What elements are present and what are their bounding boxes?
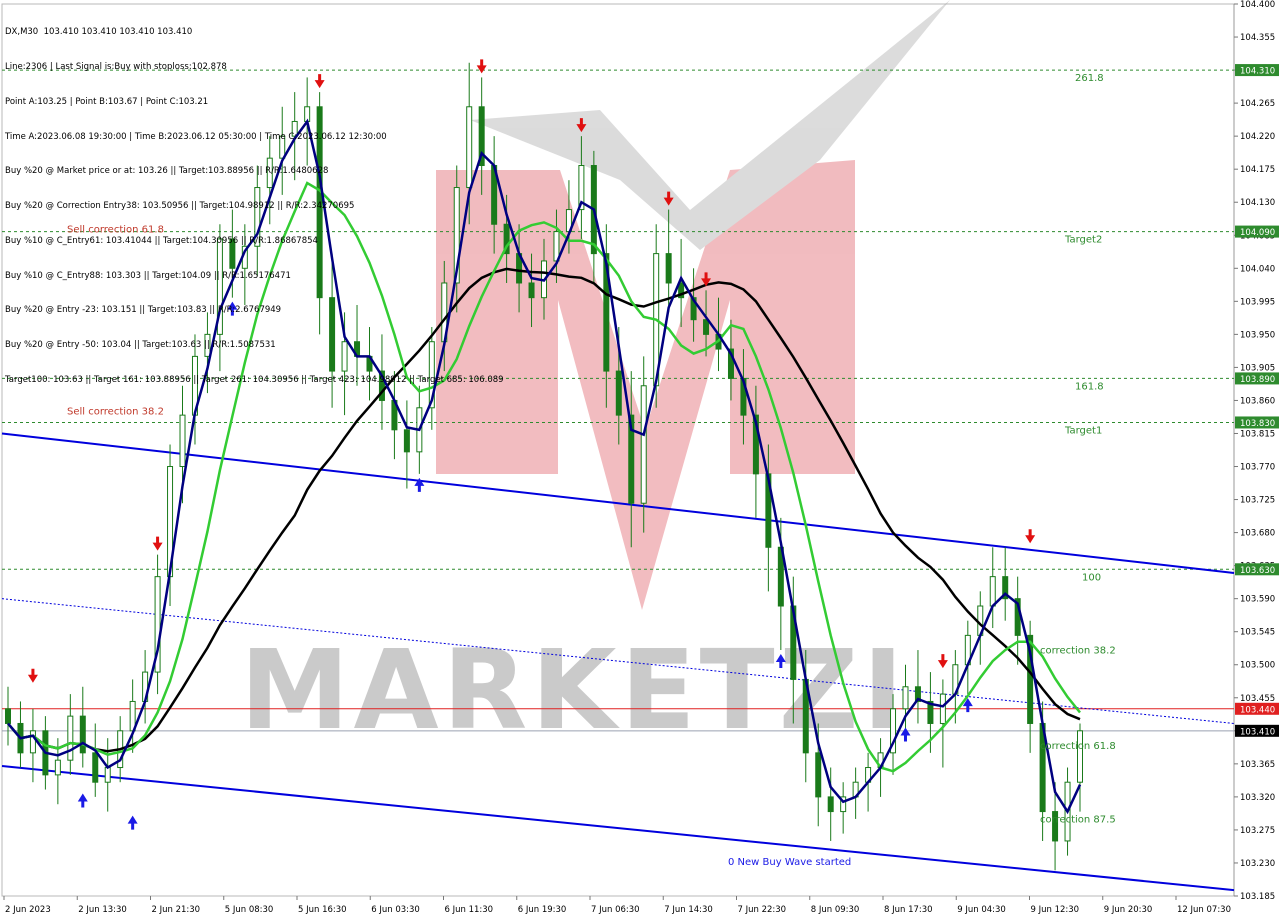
candle-body — [179, 414, 186, 468]
price-tick-label: 103.320 — [1240, 793, 1275, 803]
candle-body — [989, 576, 996, 607]
symbol-header: DX,M30 103.410 103.410 103.410 103.410 — [5, 27, 193, 38]
info-line: Buy %10 @ C_Entry88: 103.303 || Target:1… — [5, 270, 291, 281]
level-label: 161.8 — [1075, 381, 1104, 392]
info-line: Buy %20 @ Entry -50: 103.04 || Target:10… — [5, 340, 276, 351]
level-price-tag-label: 103.440 — [1240, 705, 1275, 715]
level-label: 261.8 — [1075, 73, 1104, 84]
price-tick-label: 103.950 — [1240, 330, 1275, 340]
level-label: Target1 — [1064, 425, 1102, 436]
candle-body — [815, 752, 822, 798]
info-line: Buy %20 @ Market price or at: 103.26 || … — [5, 166, 329, 177]
candle-body — [79, 715, 86, 754]
level-price-tag-label: 103.890 — [1240, 375, 1275, 385]
candle-body — [827, 796, 834, 813]
info-line: Target100: 103.63 || Target 161: 103.889… — [5, 375, 504, 385]
price-tick-label: 104.040 — [1240, 264, 1275, 274]
price-tick-label: 103.500 — [1240, 661, 1275, 671]
candle-body — [703, 319, 710, 335]
time-tick-label: 6 Jun 11:30 — [445, 905, 494, 915]
candle-body — [902, 686, 909, 710]
time-tick-label: 6 Jun 19:30 — [518, 905, 567, 915]
time-tick-label: 6 Jun 03:30 — [371, 905, 420, 915]
info-line: Line:2306 | Last Signal is:Buy with stop… — [5, 61, 227, 72]
chart-annotation: 0 New Buy Wave started — [728, 857, 851, 868]
candle-body — [665, 253, 672, 284]
time-tick-label: 2 Jun 2023 — [5, 905, 51, 915]
time-tick-label: 7 Jun 14:30 — [664, 905, 713, 915]
time-tick-label: 7 Jun 06:30 — [591, 905, 640, 915]
time-tick-label: 8 Jun 17:30 — [884, 905, 933, 915]
current-price-tag-label: 103.410 — [1240, 727, 1275, 737]
price-tick-label: 103.230 — [1240, 859, 1275, 869]
candle-body — [92, 752, 99, 783]
candle-body — [528, 282, 535, 299]
candle-body — [54, 759, 61, 776]
level-price-tag-label: 104.310 — [1240, 67, 1275, 77]
price-tick-label: 103.860 — [1240, 396, 1275, 406]
price-tick-label: 103.995 — [1240, 297, 1275, 307]
candle-body — [104, 767, 111, 783]
price-tick-label: 103.365 — [1240, 760, 1275, 770]
info-line: Buy %20 @ Entry -23: 103.151 || Target:1… — [5, 305, 282, 316]
candle-body — [67, 715, 74, 761]
time-tick-label: 2 Jun 13:30 — [78, 905, 127, 915]
time-tick-label: 5 Jun 16:30 — [298, 905, 347, 915]
time-tick-label: 7 Jun 22:30 — [738, 905, 787, 915]
level-price-tag-label: 104.090 — [1240, 228, 1275, 238]
candle-body — [403, 429, 410, 453]
time-tick-label: 8 Jun 09:30 — [811, 905, 860, 915]
time-tick-label: 9 Jun 20:30 — [1104, 905, 1153, 915]
price-tick-label: 103.275 — [1240, 826, 1275, 836]
candle-body — [29, 730, 36, 754]
candle-body — [640, 385, 647, 504]
candle-body — [615, 370, 622, 416]
price-tick-label: 103.590 — [1240, 595, 1275, 605]
price-tick-label: 103.905 — [1240, 363, 1275, 373]
price-tick-label: 103.725 — [1240, 496, 1275, 506]
time-tick-label: 9 Jun 04:30 — [957, 905, 1006, 915]
price-tick-label: 104.265 — [1240, 99, 1275, 109]
price-tick-label: 103.770 — [1240, 463, 1275, 473]
chart-annotation: correction 87.5 — [1040, 815, 1116, 826]
time-tick-label: 5 Jun 08:30 — [225, 905, 274, 915]
level-label: Target2 — [1064, 235, 1102, 246]
info-line: Buy %20 @ Correction Entry38: 103.50956 … — [5, 201, 355, 212]
price-tick-label: 104.220 — [1240, 132, 1275, 142]
info-line: Point A:103.25 | Point B:103.67 | Point … — [5, 96, 209, 107]
price-tick-label: 103.545 — [1240, 628, 1275, 638]
chart-annotation: correction 61.8 — [1040, 741, 1116, 752]
candle-body — [1077, 730, 1083, 783]
price-tick-label: 104.175 — [1240, 165, 1275, 175]
info-line: Time A:2023.06.08 19:30:00 | Time B:2023… — [5, 131, 387, 142]
candle-body — [5, 708, 11, 724]
level-price-tag-label: 103.630 — [1240, 566, 1275, 576]
price-tick-label: 104.130 — [1240, 198, 1275, 208]
chart-annotation: correction 38.2 — [1040, 646, 1116, 657]
level-label: 100 — [1082, 572, 1101, 583]
price-tick-label: 103.815 — [1240, 429, 1275, 439]
candle-body — [939, 693, 946, 724]
price-tick-label: 104.400 — [1240, 0, 1275, 10]
level-price-tag-label: 103.830 — [1240, 419, 1275, 429]
price-tick-label: 103.185 — [1240, 892, 1275, 902]
price-tick-label: 103.680 — [1240, 529, 1275, 539]
time-tick-label: 12 Jun 07:30 — [1177, 905, 1231, 915]
chart-window: MARKETZI104.400104.355104.310104.265104.… — [0, 0, 1280, 920]
time-tick-label: 2 Jun 21:30 — [152, 905, 201, 915]
time-tick-label: 9 Jun 12:30 — [1031, 905, 1080, 915]
price-tick-label: 103.455 — [1240, 694, 1275, 704]
price-tick-label: 104.355 — [1240, 33, 1275, 43]
signal-info-panel: DX,M30 103.410 103.410 103.410 103.410 L… — [5, 4, 504, 410]
info-line: Buy %10 @ C_Entry61: 103.41044 || Target… — [5, 235, 318, 246]
